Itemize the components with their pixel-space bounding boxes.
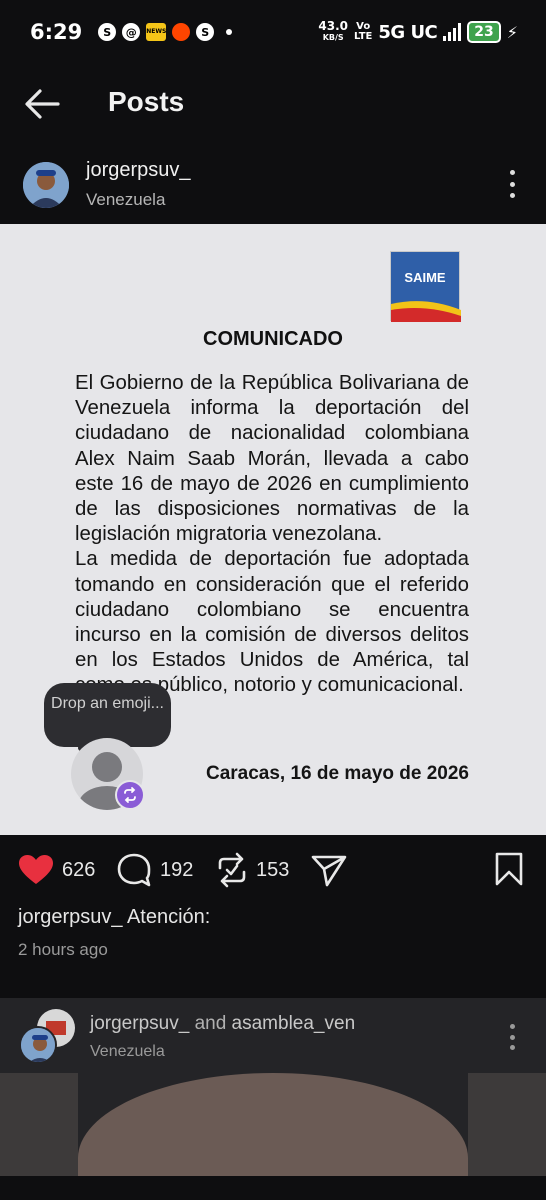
repost-button[interactable]: 153 xyxy=(216,848,289,892)
status-indicators: 43.0 KB/S Vo LTE 5G UC 23 ⚡ xyxy=(318,19,518,43)
avatar[interactable] xyxy=(19,1026,57,1064)
document-title: COMUNICADO xyxy=(203,328,343,350)
share-button[interactable] xyxy=(310,848,348,892)
next-post-joiner: and xyxy=(194,1013,227,1034)
status-bar: 6:29 S @ NEWS S 43.0 KB/S Vo LTE 5G UC 2… xyxy=(0,0,546,64)
post-header: jorgerpsuv_ Venezuela xyxy=(0,150,546,224)
document-paragraph-1: El Gobierno de la República Bolivariana … xyxy=(75,372,469,546)
bookmark-icon[interactable] xyxy=(494,852,524,886)
volte-indicator: Vo LTE xyxy=(354,21,373,42)
like-button[interactable]: 626 xyxy=(18,848,95,892)
next-post-location[interactable]: Venezuela xyxy=(90,1043,165,1061)
repost-count: 153 xyxy=(256,858,290,881)
post-timestamp: 2 hours ago xyxy=(18,940,108,959)
status-time: 6:29 xyxy=(30,20,83,44)
page-title: Posts xyxy=(108,86,185,117)
back-arrow-icon[interactable] xyxy=(24,88,60,120)
bottom-edge xyxy=(0,1176,546,1200)
document-body: El Gobierno de la República Bolivariana … xyxy=(75,371,469,699)
more-options-icon[interactable] xyxy=(506,170,518,198)
post-actions: 626 192 153 xyxy=(0,848,546,892)
status-app-icons: S @ NEWS S xyxy=(98,23,233,41)
battery-icon: 23 xyxy=(467,21,501,43)
repost-badge-icon xyxy=(115,780,145,810)
heart-icon xyxy=(19,855,53,884)
repost-icon xyxy=(218,852,246,888)
post-username[interactable]: jorgerpsuv_ xyxy=(86,159,191,182)
comment-icon xyxy=(117,853,151,887)
network-speed: 43.0 KB/S xyxy=(318,19,348,42)
post-caption: jorgerpsuv_ Atención: xyxy=(18,906,210,929)
charging-icon: ⚡ xyxy=(506,22,518,42)
next-post-usernames[interactable]: jorgerpsuv_ and asamblea_ven xyxy=(90,1013,355,1035)
document-date: Caracas, 16 de mayo de 2026 xyxy=(205,763,469,784)
signal-icon xyxy=(443,23,462,41)
threads-icon: @ xyxy=(122,23,141,41)
caption-text: Atención: xyxy=(126,906,211,928)
comment-button[interactable]: 192 xyxy=(116,848,193,892)
app-header: Posts xyxy=(0,64,546,144)
caption-username[interactable]: jorgerpsuv_ xyxy=(18,906,123,928)
next-post-user2[interactable]: asamblea_ven xyxy=(232,1013,356,1034)
reddit-icon xyxy=(172,23,191,41)
news-app-icon: NEWS xyxy=(146,23,166,41)
network-type: 5G UC xyxy=(378,21,438,43)
app-s2-icon: S xyxy=(196,23,215,41)
next-post[interactable]: jorgerpsuv_ and asamblea_ven Venezuela xyxy=(0,998,546,1200)
share-icon xyxy=(311,855,347,887)
next-post-user1[interactable]: jorgerpsuv_ xyxy=(90,1013,189,1034)
more-options-icon[interactable] xyxy=(506,1024,518,1050)
like-count: 626 xyxy=(62,858,96,881)
app-s-icon: S xyxy=(98,23,117,41)
more-notifications-dot-icon xyxy=(226,29,233,35)
avatar[interactable] xyxy=(23,162,69,208)
document-paragraph-2: La medida de deportación fue adoptada to… xyxy=(75,548,469,697)
post-location[interactable]: Venezuela xyxy=(86,190,165,210)
saime-logo: SAIME xyxy=(390,251,461,322)
comment-count: 192 xyxy=(160,858,194,881)
